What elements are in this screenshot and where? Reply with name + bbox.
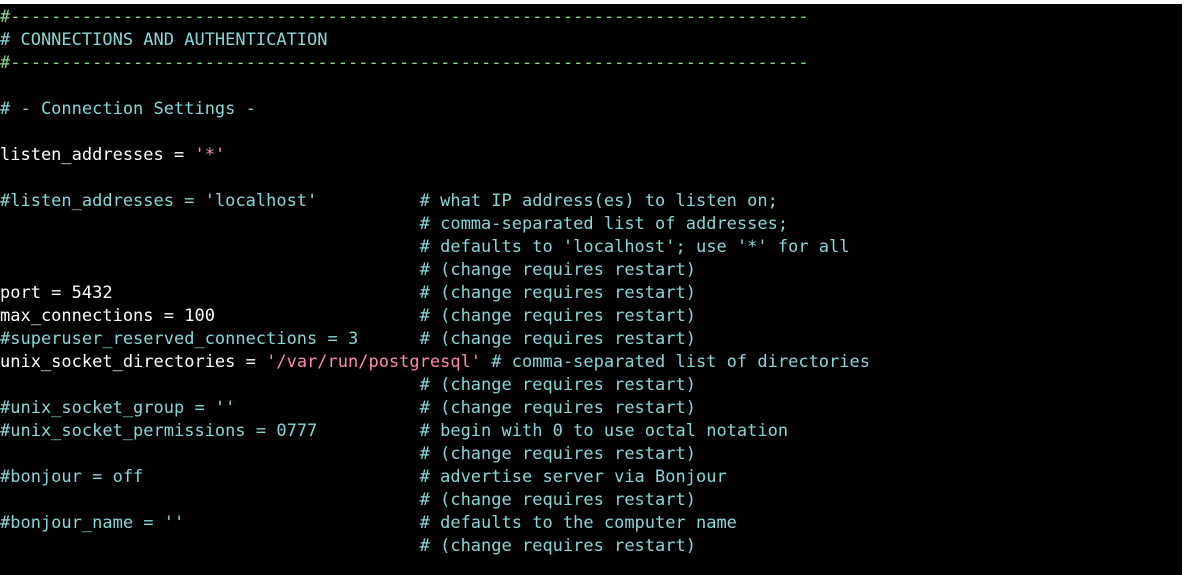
section-rule-bottom: #---------------------------------------… xyxy=(0,53,809,73)
comment-line: # (change requires restart) xyxy=(0,375,696,395)
comment-line: # (change requires restart) xyxy=(0,260,696,280)
bonjour-name-line: #bonjour_name = '' # defaults to the com… xyxy=(0,513,737,533)
unix-socket-permissions-line: #unix_socket_permissions = 0777 # begin … xyxy=(0,421,789,441)
subsection-title: # - Connection Settings - xyxy=(0,99,256,119)
unix-socket-group-line: #unix_socket_group = '' # (change requir… xyxy=(0,398,696,418)
comment-line: # defaults to 'localhost'; use '*' for a… xyxy=(0,237,850,257)
terminal-window[interactable]: #---------------------------------------… xyxy=(0,4,1182,575)
port-line: port = 5432 # (change requires restart) xyxy=(0,283,696,303)
section-rule-top: #---------------------------------------… xyxy=(0,7,809,27)
config-file-view[interactable]: #---------------------------------------… xyxy=(0,6,870,558)
comment-line: # (change requires restart) xyxy=(0,536,696,556)
bonjour-line: #bonjour = off # advertise server via Bo… xyxy=(0,467,727,487)
commented-listen-addresses-line: #listen_addresses = 'localhost' # what I… xyxy=(0,191,778,211)
listen-addresses-line: listen_addresses = '*' xyxy=(0,145,226,165)
unix-socket-directories-line: unix_socket_directories = '/var/run/post… xyxy=(0,352,870,372)
comment-line: # comma-separated list of addresses; xyxy=(0,214,789,234)
max-connections-line: max_connections = 100 # (change requires… xyxy=(0,306,696,326)
superuser-reserved-connections-line: #superuser_reserved_connections = 3 # (c… xyxy=(0,329,696,349)
comment-line: # (change requires restart) xyxy=(0,444,696,464)
comment-line: # (change requires restart) xyxy=(0,490,696,510)
section-title: # CONNECTIONS AND AUTHENTICATION xyxy=(0,30,328,50)
